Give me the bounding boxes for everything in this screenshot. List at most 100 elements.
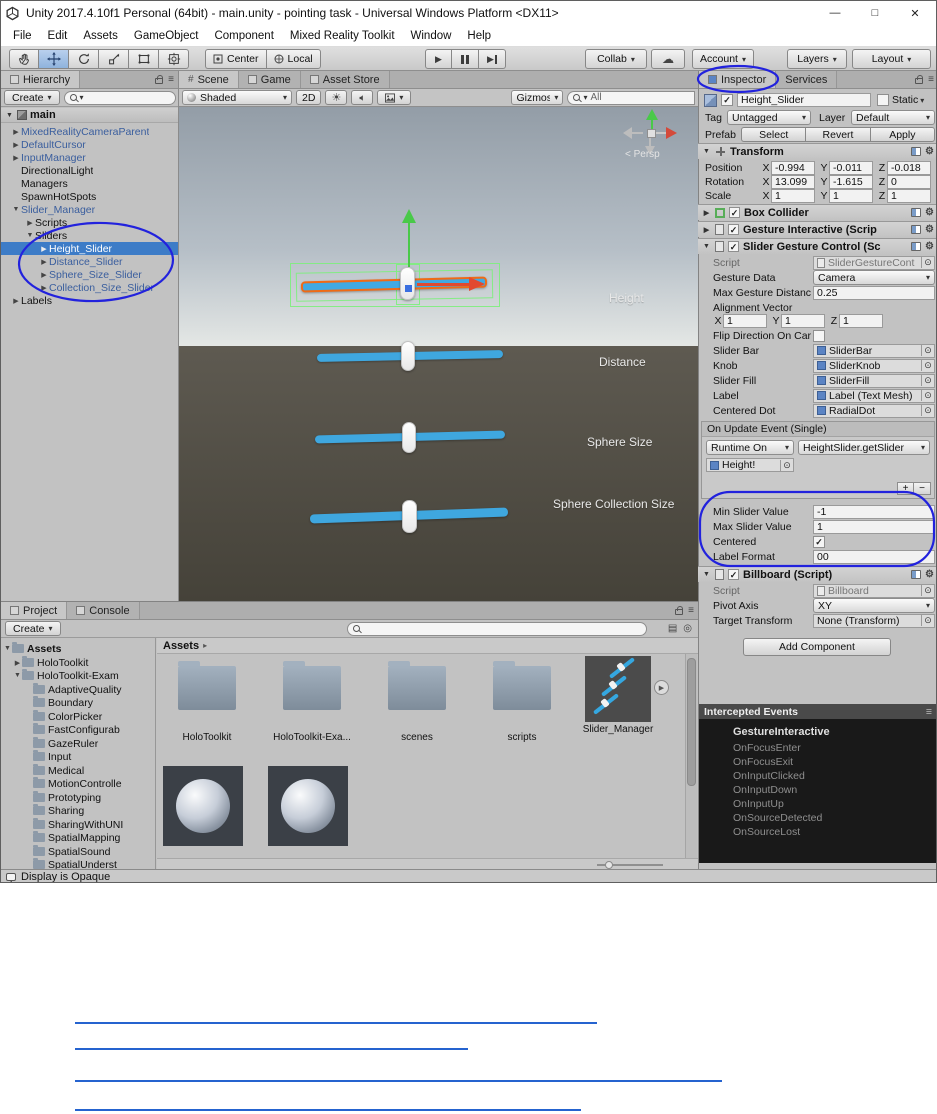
gesture-interactive-header[interactable]: ▶ ✓ Gesture Interactive (Scrip ⚙	[698, 221, 936, 237]
collapse-icon[interactable]: ▼	[702, 571, 711, 578]
gizmo-negx-cone[interactable]	[623, 127, 632, 139]
tab-inspector[interactable]: Inspector	[699, 71, 777, 88]
expand-arrow-icon[interactable]: ▶	[25, 219, 35, 227]
panel-menu-icon[interactable]: ≡	[928, 74, 934, 85]
layout-button[interactable]: Layout ▾	[852, 49, 931, 69]
hierarchy-item-sliders[interactable]: ▼ Sliders	[1, 229, 178, 242]
hierarchy-item[interactable]: ▼ Slider_Manager	[1, 203, 178, 216]
layer-dropdown[interactable]: Default ▾	[851, 110, 935, 125]
flip-direction-checkbox[interactable]	[813, 329, 825, 342]
menu-component[interactable]: Component	[206, 30, 281, 42]
event-mode-dropdown[interactable]: Runtime On ▾	[706, 440, 794, 455]
slider-fill-field[interactable]: SliderFill ⊙	[813, 373, 935, 388]
tab-console[interactable]: Console	[67, 602, 140, 619]
height-slider-knob[interactable]	[400, 267, 415, 300]
hierarchy-item[interactable]: ▶ Scripts	[1, 216, 178, 229]
scene-effects-button[interactable]: ▾	[377, 90, 412, 105]
tree-item[interactable]: SpatialUnderst	[1, 858, 156, 869]
menu-gameobject[interactable]: GameObject	[126, 30, 207, 42]
tab-game[interactable]: Game	[238, 71, 301, 88]
rotation-x-field[interactable]: 13.099	[771, 174, 815, 189]
tree-item[interactable]: MotionControlle	[1, 777, 156, 790]
collapse-icon[interactable]: ▼	[702, 148, 711, 155]
component-enabled-checkbox[interactable]: ✓	[728, 224, 739, 235]
collapse-icon[interactable]: ▼	[702, 243, 711, 250]
breadcrumb-label[interactable]: Assets	[163, 640, 199, 652]
hierarchy-search-input[interactable]: ▾	[63, 90, 176, 105]
expand-arrow-icon[interactable]: ▶	[39, 271, 49, 279]
max-slider-value-field[interactable]: 1	[813, 519, 935, 534]
pan-tool-button[interactable]	[9, 49, 39, 69]
menu-mixed-reality-toolkit[interactable]: Mixed Reality Toolkit	[282, 30, 403, 42]
move-gizmo-x-cone[interactable]	[469, 277, 485, 291]
position-x-field[interactable]: -0.994	[771, 160, 815, 175]
gear-icon[interactable]: ⚙	[925, 207, 934, 218]
tree-item[interactable]: ▼ Assets	[1, 642, 156, 655]
slider-gesture-control-header[interactable]: ▼ ✓ Slider Gesture Control (Sc ⚙	[698, 238, 936, 254]
asset-label[interactable]: Slider_Manager	[570, 724, 666, 735]
prefab-select-button[interactable]: Select	[741, 127, 806, 142]
tree-item[interactable]: Boundary	[1, 696, 156, 709]
gesture-data-dropdown[interactable]: Camera ▾	[813, 270, 935, 285]
expand-arrow-icon[interactable]: ▶	[11, 297, 21, 305]
add-component-button[interactable]: Add Component	[743, 638, 891, 656]
script-field[interactable]: SliderGestureCont ⊙	[813, 255, 935, 270]
cloud-button[interactable]: ☁	[651, 49, 685, 69]
sphere-size-slider-knob[interactable]	[402, 422, 416, 453]
component-enabled-checkbox[interactable]: ✓	[728, 569, 739, 580]
persp-toggle[interactable]: < Persp	[625, 149, 660, 160]
expand-arrow-icon[interactable]: ▶	[13, 659, 22, 667]
hierarchy-item[interactable]: ▶ Distance_Slider	[1, 255, 178, 268]
collab-button[interactable]: Collab ▾	[585, 49, 647, 69]
object-picker-icon[interactable]: ⊙	[780, 459, 793, 471]
scene-audio-button[interactable]	[351, 90, 374, 105]
search-by-label-icon[interactable]: ▤	[668, 623, 677, 634]
gear-icon[interactable]: ⚙	[925, 569, 934, 580]
draw-mode-dropdown[interactable]: Shaded ▾	[182, 90, 292, 105]
panel-menu-icon[interactable]: ≡	[926, 706, 932, 718]
panel-menu-icon[interactable]: ≡	[688, 605, 694, 616]
hierarchy-item[interactable]: ▶ Sphere_Size_Slider	[1, 268, 178, 281]
billboard-script-field[interactable]: Billboard ⊙	[813, 583, 935, 598]
asset-label[interactable]: HoloToolkit	[159, 732, 255, 743]
gizmo-x-cone[interactable]	[666, 127, 677, 139]
menu-file[interactable]: File	[5, 30, 40, 42]
target-transform-field[interactable]: None (Transform) ⊙	[813, 613, 935, 628]
scale-z-field[interactable]: 1	[887, 188, 931, 203]
knob-field[interactable]: SliderKnob ⊙	[813, 358, 935, 373]
scale-tool-button[interactable]	[99, 49, 129, 69]
move-gizmo-y-cone[interactable]	[402, 209, 416, 223]
gear-icon[interactable]: ⚙	[925, 224, 934, 235]
label-format-field[interactable]: 00	[813, 549, 935, 564]
slider-bar-field[interactable]: SliderBar ⊙	[813, 343, 935, 358]
gear-icon[interactable]: ⚙	[925, 241, 934, 252]
object-picker-icon[interactable]: ⊙	[921, 405, 934, 416]
collapse-arrow-icon[interactable]: ▼	[25, 232, 35, 239]
tab-scene[interactable]: # Scene	[179, 71, 239, 88]
menu-assets[interactable]: Assets	[75, 30, 126, 42]
rotation-z-field[interactable]: 0	[887, 174, 931, 189]
tree-item[interactable]: ▼ HoloToolkit-Exam	[1, 669, 156, 682]
vertical-scrollbar[interactable]	[685, 654, 697, 858]
alignment-x-field[interactable]: 1	[723, 313, 767, 328]
box-collider-header[interactable]: ▶ ✓ Box Collider ⚙	[698, 204, 936, 220]
tree-item[interactable]: SpatialSound	[1, 845, 156, 858]
link-underline[interactable]	[75, 1080, 722, 1082]
distance-slider-knob[interactable]	[401, 341, 415, 371]
lock-icon[interactable]	[675, 605, 684, 615]
expand-arrow-icon[interactable]: ▶	[11, 154, 21, 162]
static-checkbox[interactable]	[877, 94, 889, 106]
expand-arrow-icon[interactable]: ▶	[39, 284, 49, 292]
menu-edit[interactable]: Edit	[40, 30, 76, 42]
active-checkbox[interactable]: ✓	[721, 94, 733, 106]
centered-dot-field[interactable]: RadialDot ⊙	[813, 403, 935, 418]
help-icon[interactable]	[911, 570, 922, 579]
position-z-field[interactable]: -0.018	[887, 160, 931, 175]
collapse-arrow-icon[interactable]: ▼	[3, 645, 12, 652]
layers-button[interactable]: Layers ▾	[787, 49, 847, 69]
link-underline[interactable]	[75, 1048, 468, 1050]
tree-item[interactable]: GazeRuler	[1, 737, 156, 750]
hierarchy-item[interactable]: SpawnHotSpots	[1, 190, 178, 203]
help-icon[interactable]	[911, 242, 922, 251]
scale-x-field[interactable]: 1	[771, 188, 815, 203]
